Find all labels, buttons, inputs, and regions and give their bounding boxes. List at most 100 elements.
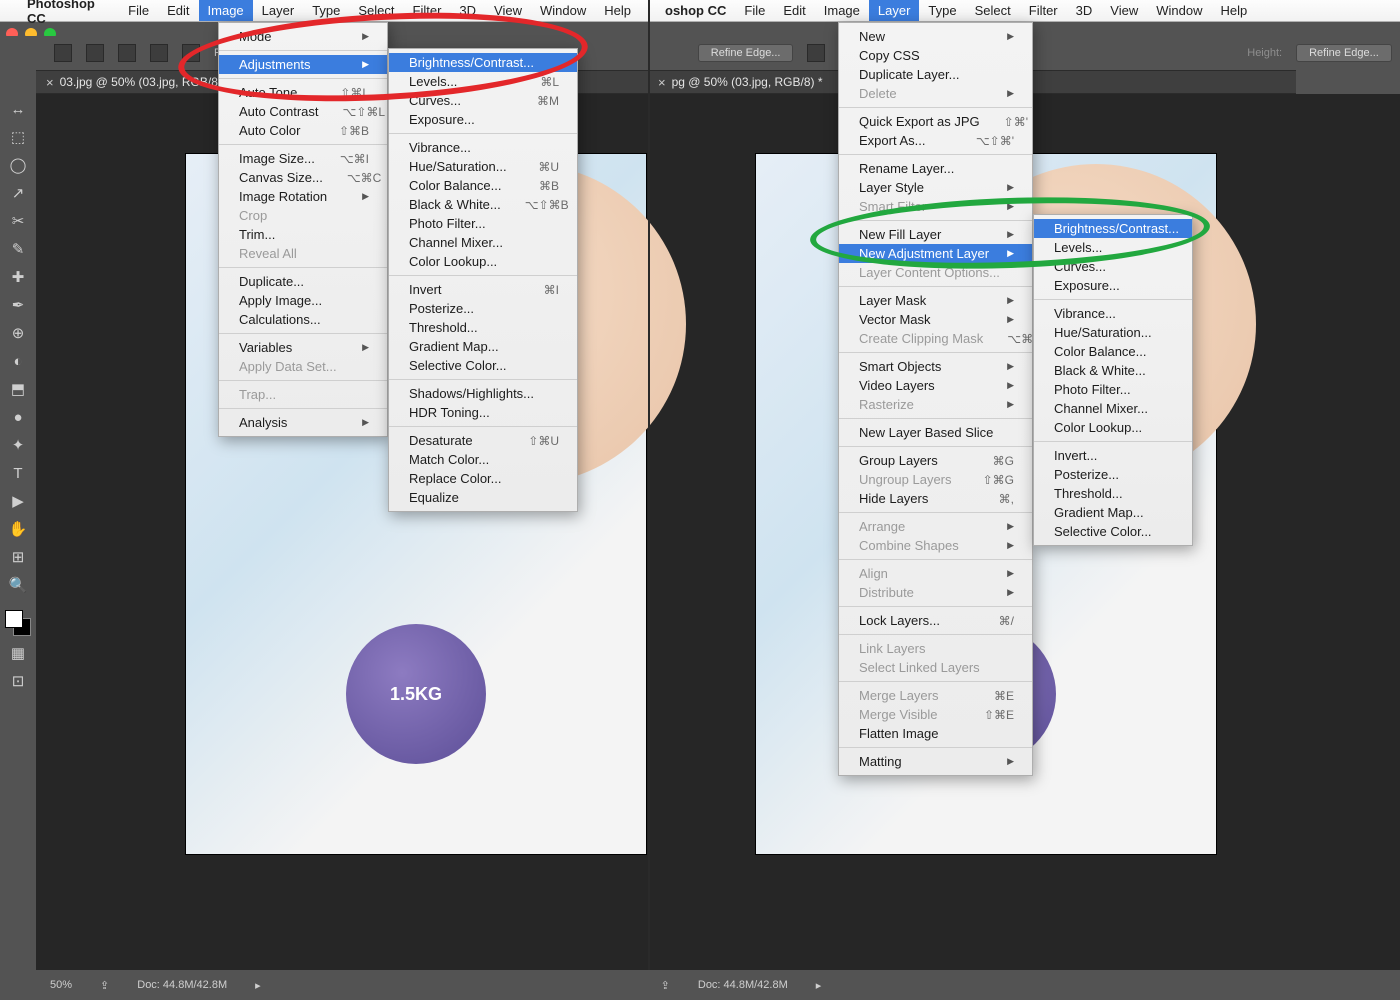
menu-layer[interactable]: Layer	[253, 0, 304, 21]
adj-selective-color[interactable]: Selective Color...	[389, 356, 577, 375]
menu-edit-r[interactable]: Edit	[774, 0, 814, 21]
menu-item-calculations[interactable]: Calculations...	[219, 310, 387, 329]
layer-style[interactable]: Layer Style	[839, 178, 1032, 197]
close-tab-icon[interactable]: ×	[46, 75, 54, 90]
layer-export-as[interactable]: Export As...⌥⇧⌘'	[839, 131, 1032, 150]
menu-window[interactable]: Window	[531, 0, 595, 21]
zoom-readout[interactable]: 50%	[50, 979, 72, 991]
type-tool-icon[interactable]: T	[6, 462, 30, 484]
layer-new-fill[interactable]: New Fill Layer	[839, 225, 1032, 244]
layer-new[interactable]: New	[839, 27, 1032, 46]
layer-group[interactable]: Group Layers⌘G	[839, 451, 1032, 470]
adj-equalize[interactable]: Equalize	[389, 488, 577, 507]
menu-item-apply-image[interactable]: Apply Image...	[219, 291, 387, 310]
adj-desaturate[interactable]: Desaturate⇧⌘U	[389, 431, 577, 450]
adj-threshold[interactable]: Threshold...	[389, 318, 577, 337]
marquee-sub-icon[interactable]	[150, 44, 168, 62]
menu-edit[interactable]: Edit	[158, 0, 198, 21]
menu-item-variables[interactable]: Variables	[219, 338, 387, 357]
move-tool-icon[interactable]: ↔	[6, 98, 30, 120]
nadj-photo-filter[interactable]: Photo Filter...	[1034, 380, 1192, 399]
layer-hide[interactable]: Hide Layers⌘,	[839, 489, 1032, 508]
adj-color-balance[interactable]: Color Balance...⌘B	[389, 176, 577, 195]
close-tab-icon-r[interactable]: ×	[658, 75, 666, 90]
history-brush-icon[interactable]: ◐	[6, 350, 30, 372]
nadj-color-balance[interactable]: Color Balance...	[1034, 342, 1192, 361]
layer-rename[interactable]: Rename Layer...	[839, 159, 1032, 178]
layer-smart-objects[interactable]: Smart Objects	[839, 357, 1032, 376]
menu-file-r[interactable]: File	[735, 0, 774, 21]
menu-type-r[interactable]: Type	[919, 0, 965, 21]
menu-item-duplicate[interactable]: Duplicate...	[219, 272, 387, 291]
adj-invert[interactable]: Invert⌘I	[389, 280, 577, 299]
adj-shadows[interactable]: Shadows/Highlights...	[389, 384, 577, 403]
adj-posterize[interactable]: Posterize...	[389, 299, 577, 318]
screenmode-icon[interactable]: ⊡	[6, 670, 30, 692]
marquee-add-icon[interactable]	[118, 44, 136, 62]
menu-item-auto-contrast[interactable]: Auto Contrast⌥⇧⌘L	[219, 102, 387, 121]
adj-color-lookup[interactable]: Color Lookup...	[389, 252, 577, 271]
menu-window-r[interactable]: Window	[1147, 0, 1211, 21]
nadj-exposure[interactable]: Exposure...	[1034, 276, 1192, 295]
layer-video[interactable]: Video Layers	[839, 376, 1032, 395]
layer-duplicate[interactable]: Duplicate Layer...	[839, 65, 1032, 84]
menu-filter[interactable]: Filter	[404, 0, 451, 21]
menu-image[interactable]: Image	[199, 0, 253, 21]
nadj-curves[interactable]: Curves...	[1034, 257, 1192, 276]
dodge-tool-icon[interactable]: ✦	[6, 434, 30, 456]
layer-mask[interactable]: Layer Mask	[839, 291, 1032, 310]
color-swatch[interactable]	[5, 610, 31, 636]
gradient-tool-icon[interactable]: ⬒	[6, 378, 30, 400]
menu-item-canvas-size[interactable]: Canvas Size...⌥⌘C	[219, 168, 387, 187]
menu-item-auto-color[interactable]: Auto Color⇧⌘B	[219, 121, 387, 140]
menu-filter-r[interactable]: Filter	[1020, 0, 1067, 21]
menu-3d[interactable]: 3D	[450, 0, 485, 21]
marquee-tool-icon[interactable]: ⬚	[6, 126, 30, 148]
menu-view[interactable]: View	[485, 0, 531, 21]
eyedropper-tool-icon[interactable]: ✎	[6, 238, 30, 260]
menu-item-auto-tone[interactable]: Auto Tone⇧⌘L	[219, 83, 387, 102]
menu-3d-r[interactable]: 3D	[1067, 0, 1102, 21]
nadj-invert[interactable]: Invert...	[1034, 446, 1192, 465]
heal-tool-icon[interactable]: ✚	[6, 266, 30, 288]
layer-flatten[interactable]: Flatten Image	[839, 724, 1032, 743]
adj-exposure[interactable]: Exposure...	[389, 110, 577, 129]
artboard-tool-icon[interactable]: ⊞	[6, 546, 30, 568]
adj-levels[interactable]: Levels...⌘L	[389, 72, 577, 91]
menu-item-trim[interactable]: Trim...	[219, 225, 387, 244]
app-name-right[interactable]: oshop CC	[656, 0, 735, 21]
lasso-tool-icon[interactable]: ◯	[6, 154, 30, 176]
menu-help-r[interactable]: Help	[1211, 0, 1256, 21]
quickmask-icon[interactable]: ▦	[6, 642, 30, 664]
layer-copy-css[interactable]: Copy CSS	[839, 46, 1032, 65]
adj-match-color[interactable]: Match Color...	[389, 450, 577, 469]
menu-help[interactable]: Help	[595, 0, 640, 21]
menu-type[interactable]: Type	[303, 0, 349, 21]
adj-curves[interactable]: Curves...⌘M	[389, 91, 577, 110]
share-icon-r[interactable]: ⇪	[661, 979, 670, 992]
menu-select[interactable]: Select	[349, 0, 403, 21]
nadj-levels[interactable]: Levels...	[1034, 238, 1192, 257]
refine-edge-button[interactable]: Refine Edge...	[698, 44, 794, 62]
layer-lock[interactable]: Lock Layers...⌘/	[839, 611, 1032, 630]
nadj-hue[interactable]: Hue/Saturation...	[1034, 323, 1192, 342]
status-arrow-icon[interactable]: ▸	[255, 979, 261, 992]
nadj-channel-mixer[interactable]: Channel Mixer...	[1034, 399, 1192, 418]
app-name[interactable]: Photoshop CC	[18, 0, 119, 21]
adj-brightness-contrast[interactable]: Brightness/Contrast...	[389, 53, 577, 72]
nadj-threshold[interactable]: Threshold...	[1034, 484, 1192, 503]
adj-hue[interactable]: Hue/Saturation...⌘U	[389, 157, 577, 176]
menu-item-image-rotation[interactable]: Image Rotation	[219, 187, 387, 206]
share-icon[interactable]: ⇪	[100, 979, 109, 992]
adj-channel-mixer[interactable]: Channel Mixer...	[389, 233, 577, 252]
menu-item-mode[interactable]: Mode	[219, 27, 387, 46]
layer-quick-export[interactable]: Quick Export as JPG⇧⌘'	[839, 112, 1032, 131]
blur-tool-icon[interactable]: ●	[6, 406, 30, 428]
adj-bw[interactable]: Black & White...⌥⇧⌘B	[389, 195, 577, 214]
adj-replace-color[interactable]: Replace Color...	[389, 469, 577, 488]
path-tool-icon[interactable]: ▶	[6, 490, 30, 512]
nadj-bw[interactable]: Black & White...	[1034, 361, 1192, 380]
nadj-color-lookup[interactable]: Color Lookup...	[1034, 418, 1192, 437]
nadj-brightness[interactable]: Brightness/Contrast...	[1034, 219, 1192, 238]
menu-item-adjustments[interactable]: Adjustments	[219, 55, 387, 74]
